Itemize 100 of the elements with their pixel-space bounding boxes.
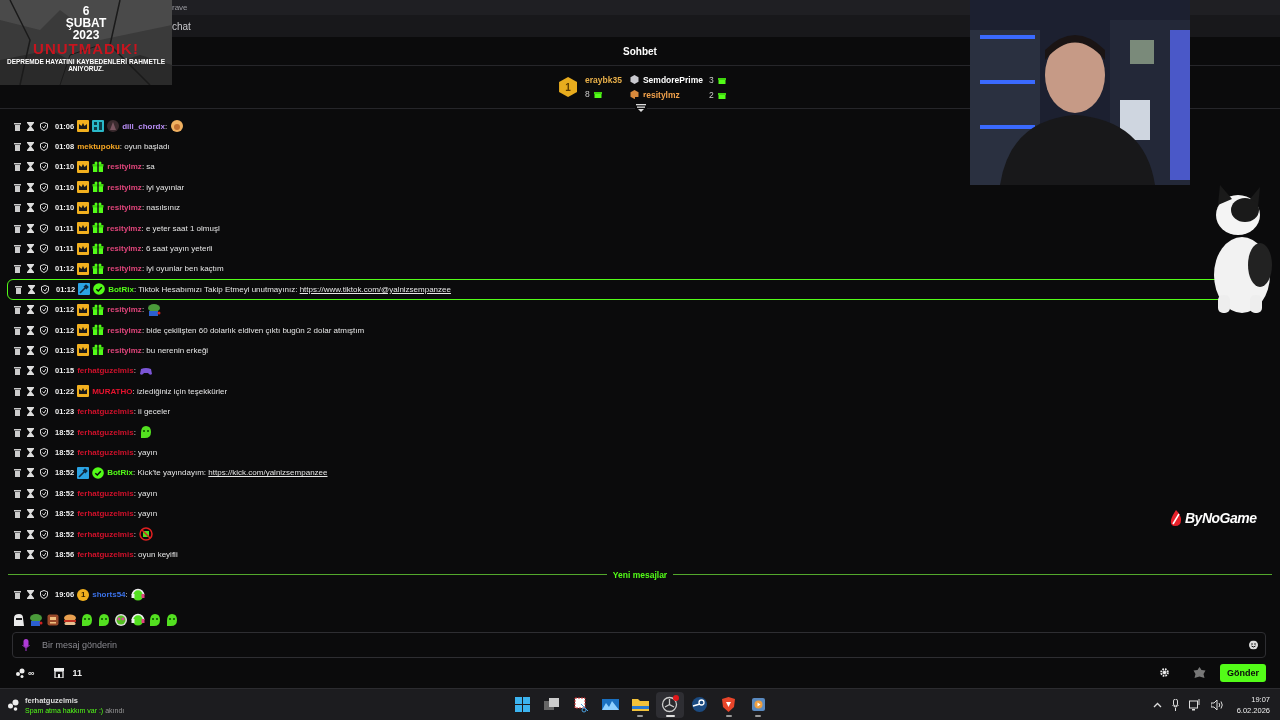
blob-emote-icon <box>148 613 162 627</box>
trash-icon <box>14 162 21 172</box>
username[interactable]: resitylmz <box>107 203 142 213</box>
gift-badge-icon <box>92 344 105 357</box>
scissors-icon <box>572 696 590 713</box>
shield-icon <box>40 590 48 600</box>
gifter-name[interactable]: eraybk35 <box>585 74 622 85</box>
username[interactable]: resitylmz <box>107 182 142 192</box>
trash-icon <box>14 264 21 274</box>
trash-icon <box>14 590 21 600</box>
message-field[interactable]: Bir mesaj gönderin <box>12 632 1266 658</box>
gifter-name[interactable]: SemdorePrime <box>642 74 703 85</box>
taskbar-app-button[interactable] <box>655 691 684 718</box>
chat-message: resitylmz: sa <box>107 162 155 172</box>
hourglass-icon <box>27 182 34 192</box>
trash-icon <box>14 325 21 335</box>
trash-icon <box>14 182 21 192</box>
hourglass-icon <box>27 386 34 396</box>
browser-tab-title[interactable]: chat <box>172 20 191 32</box>
username[interactable]: BotRix <box>108 284 134 294</box>
browser-tab-title[interactable]: rave <box>172 3 188 12</box>
gift-icon <box>593 89 602 98</box>
shield-icon <box>40 305 48 315</box>
crown-badge-icon <box>77 385 90 398</box>
chat-message: ferhatguzelmis: yayın <box>77 509 158 519</box>
gifter-name[interactable]: resitylmz <box>642 89 680 100</box>
shield-icon <box>41 284 49 294</box>
gift-count: 3 <box>708 74 714 85</box>
chat-message: ferhatguzelmis: ii geceler <box>77 407 171 417</box>
gift-badge-icon <box>92 262 105 275</box>
send-button[interactable]: Gönder <box>1220 664 1266 682</box>
username[interactable]: ferhatguzelmis <box>77 366 134 376</box>
hourglass-icon <box>27 488 34 498</box>
trash-icon <box>14 549 21 559</box>
trash-icon <box>14 142 21 152</box>
trash-icon <box>14 509 21 519</box>
gift-badge-icon <box>91 242 104 255</box>
hourglass-icon <box>27 468 34 478</box>
username[interactable]: ferhatguzelmis <box>77 488 134 498</box>
hourglass-icon <box>27 346 34 355</box>
message-link[interactable]: https://www.tiktok.com/@yalnizsempanzee <box>299 284 451 294</box>
chat-message: ferhatguzelmis: <box>77 529 136 539</box>
chat-message: MURATHO: izlediğiniz için teşekkürler <box>92 386 228 396</box>
shield-icon <box>40 468 48 478</box>
hourglass-icon <box>27 325 34 335</box>
username[interactable]: resitylmz <box>107 264 142 274</box>
chat-message: resitylmz: bide çekilişten 60 dolarlık eldiven çıktı bugün 2 dolar atmıştım <box>107 325 365 335</box>
hourglass-icon <box>27 244 34 254</box>
banner-slogan: UNUTMADIK! <box>33 41 139 57</box>
check-badge-icon <box>92 466 105 479</box>
trash-icon <box>14 468 21 478</box>
chat-message: ferhatguzelmis: oyun keyifli <box>77 549 178 559</box>
hug-emote-icon <box>170 119 185 134</box>
gift-badge-icon <box>91 222 104 235</box>
chat-message: resitylmz: 6 saat yayın yeterli <box>106 244 213 254</box>
crown-badge-icon <box>76 242 89 255</box>
username[interactable]: resitylmz <box>107 305 142 315</box>
gift-count: 2 <box>708 89 714 100</box>
username[interactable]: dill_chordx <box>122 121 165 131</box>
hourglass-icon <box>27 203 34 213</box>
trash-icon <box>14 203 21 213</box>
username[interactable]: ferhatguzelmis <box>77 509 134 519</box>
chat-message: resitylmz: nasılsınız <box>107 203 181 213</box>
chat-title: Sohbet <box>623 45 657 57</box>
shield-icon <box>40 366 48 376</box>
username[interactable]: resitylmz <box>107 162 142 172</box>
hourglass-icon <box>27 142 34 152</box>
username[interactable]: resitylmz <box>107 325 142 335</box>
hourglass-icon <box>27 427 34 437</box>
media-player-icon <box>749 696 767 713</box>
microphone-icon <box>1171 698 1179 711</box>
username[interactable]: resitylmz <box>107 346 142 355</box>
username[interactable]: BotRix <box>107 468 133 478</box>
trash-icon <box>14 529 21 539</box>
username[interactable]: ferhatguzelmis <box>77 549 134 559</box>
username[interactable]: ferhatguzelmis <box>77 447 134 457</box>
username[interactable]: ferhatguzelmis <box>77 529 134 539</box>
gift-badge-icon <box>92 324 105 337</box>
message-link[interactable]: https://kick.com/yalnizsempanzee <box>208 468 328 478</box>
shield-icon <box>40 182 48 192</box>
hourglass-icon <box>27 366 34 376</box>
chat-message: mektupoku: oyun başladı <box>77 142 170 152</box>
store-icon <box>54 668 65 678</box>
chat-message: dill_chordx: <box>122 121 168 131</box>
chat-message: resitylmz: iyi yayınlar <box>107 182 185 192</box>
username[interactable]: ferhatguzelmis <box>77 407 134 417</box>
shield-icon <box>40 325 48 335</box>
start-icon <box>513 696 531 713</box>
chat-message: resitylmz: iyi oyunlar ben kaçtım <box>107 264 224 274</box>
hourglass-icon <box>27 529 34 539</box>
blob-emote-icon <box>165 613 179 627</box>
frog-emote-icon <box>147 302 162 317</box>
username[interactable]: ferhatguzelmis <box>77 427 134 437</box>
chat-message: BotRix: Kick'te yayındayım: https://kick.com/yalnizsempanzee <box>107 468 328 478</box>
headphones-emote-icon <box>130 587 145 602</box>
hourglass-icon <box>27 549 34 559</box>
shield-icon <box>40 162 48 172</box>
chat-message: resitylmz: bu nerenin erkeği <box>107 346 209 355</box>
hourglass-icon <box>27 407 34 417</box>
username[interactable]: mektupoku <box>77 142 120 152</box>
